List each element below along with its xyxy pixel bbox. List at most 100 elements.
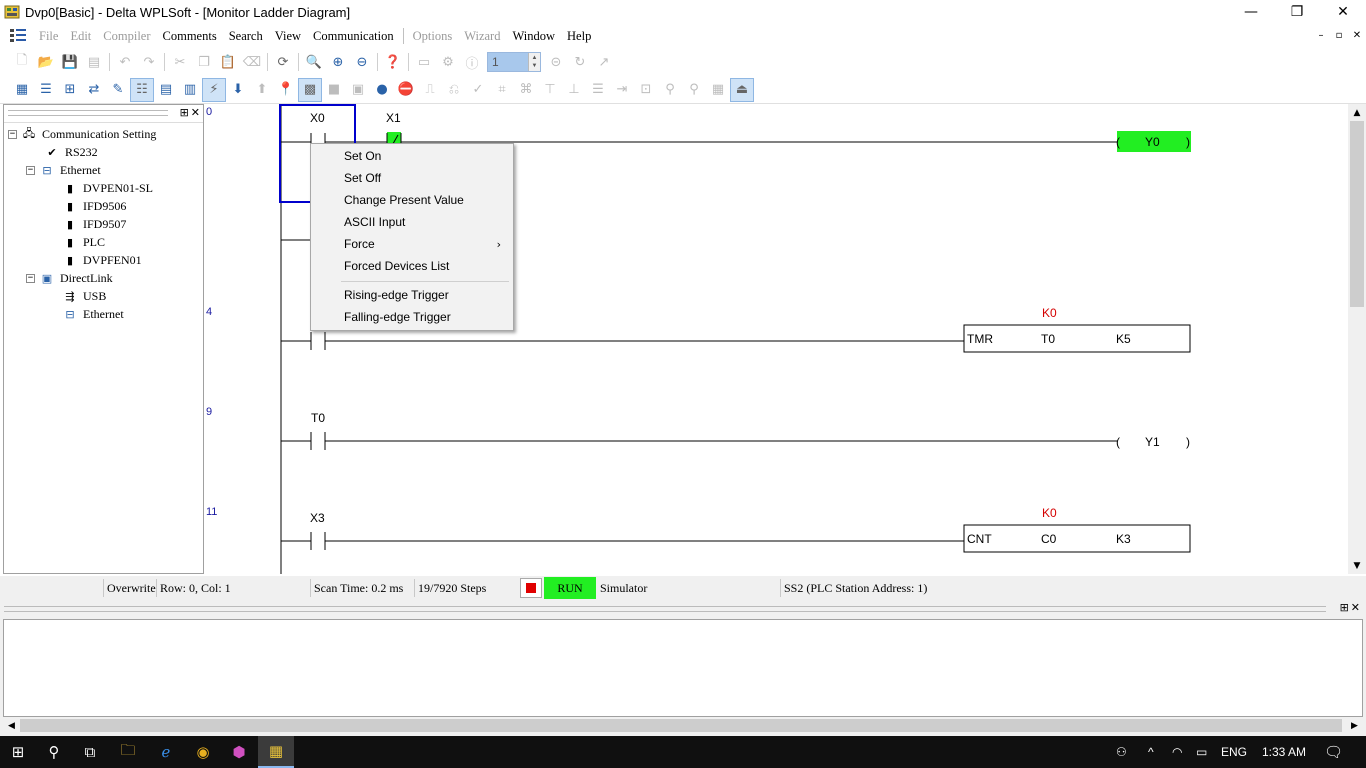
wrap-icon[interactable]: ⇥ — [610, 78, 634, 102]
settings-icon[interactable]: ⚙ — [436, 50, 460, 74]
write-plc-icon[interactable]: ⬆ — [250, 78, 274, 102]
tree-root[interactable]: − 🖧 Communication Setting — [8, 125, 156, 143]
menu-item-change-present-value[interactable]: Change Present Value — [311, 189, 513, 211]
menu-item-rising-edge-trigger[interactable]: Rising-edge Trigger — [311, 284, 513, 306]
register-icon[interactable]: ▥ — [178, 78, 202, 102]
cut-icon[interactable]: ✂ — [168, 50, 192, 74]
stop-monitor-icon[interactable]: ■ — [322, 78, 346, 102]
trigger-icon[interactable]: ⎍ — [418, 78, 442, 102]
table-icon[interactable]: ⊡ — [634, 78, 658, 102]
output-pane-grip[interactable] — [4, 606, 1326, 612]
panel-close-icon[interactable]: ✕ — [191, 106, 200, 119]
wifi-icon[interactable]: ◠ — [1172, 736, 1182, 768]
zoom-search-icon[interactable]: 🔍 — [302, 50, 326, 74]
output-horizontal-scrollbar[interactable]: ◀ ▶ — [3, 717, 1363, 734]
start-button[interactable]: ⊞ — [0, 736, 36, 768]
menu-item-force[interactable]: Force › — [311, 233, 513, 255]
chrome-browser-icon[interactable]: ◉ — [185, 736, 221, 768]
network-icon[interactable]: ⊤ — [538, 78, 562, 102]
menu-item-set-on[interactable]: Set On — [311, 145, 513, 167]
collapse-icon[interactable]: − — [26, 273, 35, 283]
tree-item-device[interactable]: ▮ IFD9506 — [62, 197, 126, 215]
minimize-button[interactable]: — — [1228, 0, 1274, 24]
open-file-icon[interactable]: 📂 — [34, 50, 58, 74]
menu-edit[interactable]: Edit — [64, 29, 97, 44]
contact-x1-label[interactable]: X1 — [386, 111, 401, 125]
menu-search[interactable]: Search — [223, 29, 269, 44]
menu-options[interactable]: Options — [407, 29, 459, 44]
menu-communication[interactable]: Communication — [307, 29, 400, 44]
tree-item-device[interactable]: ▮ DVPEN01-SL — [62, 179, 153, 197]
scroll-thumb[interactable] — [20, 719, 1342, 732]
tree-item-device[interactable]: ▮ PLC — [62, 233, 105, 251]
menu-comments[interactable]: Comments — [157, 29, 223, 44]
contact-x3-label[interactable]: X3 — [310, 511, 325, 525]
communication-icon[interactable]: ⇄ — [82, 78, 106, 102]
tree-item-directlink-ethernet[interactable]: ⊟ Ethernet — [62, 305, 123, 323]
simulator-icon[interactable]: ⏏ — [730, 77, 754, 102]
menu-wizard[interactable]: Wizard — [458, 29, 506, 44]
sfc-mode-icon[interactable]: ⊞ — [58, 78, 82, 102]
output-close-icon[interactable]: ✕ — [1351, 601, 1360, 614]
stop-circle-icon[interactable]: ⊝ — [544, 50, 568, 74]
battery-icon[interactable]: ▭ — [1196, 736, 1207, 768]
panel-grip[interactable] — [8, 110, 168, 116]
info-icon[interactable]: ⓘ — [460, 50, 484, 74]
action-center-icon[interactable]: 🗨 — [1324, 736, 1343, 768]
ladder-monitor-icon[interactable]: ▩ — [298, 77, 322, 102]
cycle-icon[interactable]: ↻ — [568, 50, 592, 74]
online-mode-icon[interactable]: ⚡ — [202, 77, 226, 102]
search-device-icon[interactable]: ⚲ — [682, 78, 706, 102]
menu-item-set-off[interactable]: Set Off — [311, 167, 513, 189]
timer-setting[interactable]: K5 — [1116, 332, 1131, 346]
instruction-mode-icon[interactable]: ☰ — [34, 78, 58, 102]
edit-program-icon[interactable]: ✎ — [106, 78, 130, 102]
menu-view[interactable]: View — [269, 29, 307, 44]
spinner-arrows[interactable]: ▲ ▼ — [528, 53, 540, 71]
file-explorer-icon[interactable]: 🗀 — [110, 736, 146, 768]
check-icon[interactable]: ✓ — [466, 78, 490, 102]
menu-window[interactable]: Window — [506, 29, 561, 44]
print-icon[interactable]: ▤ — [82, 50, 106, 74]
timer-operand[interactable]: T0 — [1041, 332, 1055, 346]
mdi-minimize-button[interactable]: – — [1314, 28, 1328, 42]
save-icon[interactable]: 💾 — [58, 50, 82, 74]
collapse-icon[interactable]: − — [26, 165, 35, 175]
pointer-icon[interactable]: ↗ — [592, 50, 616, 74]
redo-icon[interactable]: ↷ — [137, 50, 161, 74]
counter-setting[interactable]: K3 — [1116, 532, 1131, 546]
scroll-left-icon[interactable]: ◀ — [3, 717, 20, 734]
refresh-icon[interactable]: ⟳ — [271, 50, 295, 74]
task-view-icon[interactable]: ⧉ — [72, 736, 108, 768]
output-pin-icon[interactable]: ⊞ — [1340, 601, 1349, 614]
restore-button[interactable]: ❐ — [1274, 0, 1320, 24]
comment-icon[interactable]: ▭ — [412, 50, 436, 74]
pin-icon[interactable]: 📍 — [274, 78, 298, 102]
counter-operand[interactable]: C0 — [1041, 532, 1056, 546]
show-hidden-icons-icon[interactable]: ^ — [1148, 736, 1154, 768]
panel-pin-icon[interactable]: ⊞ — [180, 106, 189, 119]
mdi-close-button[interactable]: ✕ — [1350, 28, 1364, 42]
tree-item-rs232[interactable]: ✔ RS232 — [44, 143, 97, 161]
scroll-up-icon[interactable]: ▲ — [1348, 104, 1366, 121]
search-icon[interactable]: ⚲ — [36, 736, 72, 768]
find-device-icon[interactable]: ⚲ — [658, 78, 682, 102]
clock[interactable]: 1:33 AM — [1262, 736, 1306, 768]
copy-icon[interactable]: ❐ — [192, 50, 216, 74]
output-content[interactable] — [3, 619, 1363, 717]
code-icon[interactable]: ⌗ — [490, 78, 514, 102]
force-icon[interactable]: ⎌ — [442, 78, 466, 102]
menu-item-falling-edge-trigger[interactable]: Falling-edge Trigger — [311, 306, 513, 328]
read-plc-icon[interactable]: ⬇ — [226, 78, 250, 102]
menu-help[interactable]: Help — [561, 29, 597, 44]
plc-stop-indicator-icon[interactable] — [520, 578, 542, 598]
undo-icon[interactable]: ↶ — [113, 50, 137, 74]
tree-item-ethernet[interactable]: − ⊟ Ethernet — [26, 161, 101, 179]
branch-icon[interactable]: ⊥ — [562, 78, 586, 102]
memory-icon[interactable]: ▦ — [706, 78, 730, 102]
maps-app-icon[interactable]: ⬢ — [221, 736, 257, 768]
eraser-icon[interactable]: ⌫ — [240, 50, 264, 74]
align-icon[interactable]: ☰ — [586, 78, 610, 102]
menu-item-ascii-input[interactable]: ASCII Input — [311, 211, 513, 233]
wplsoft-taskbar-icon[interactable]: ▦ — [258, 736, 294, 768]
